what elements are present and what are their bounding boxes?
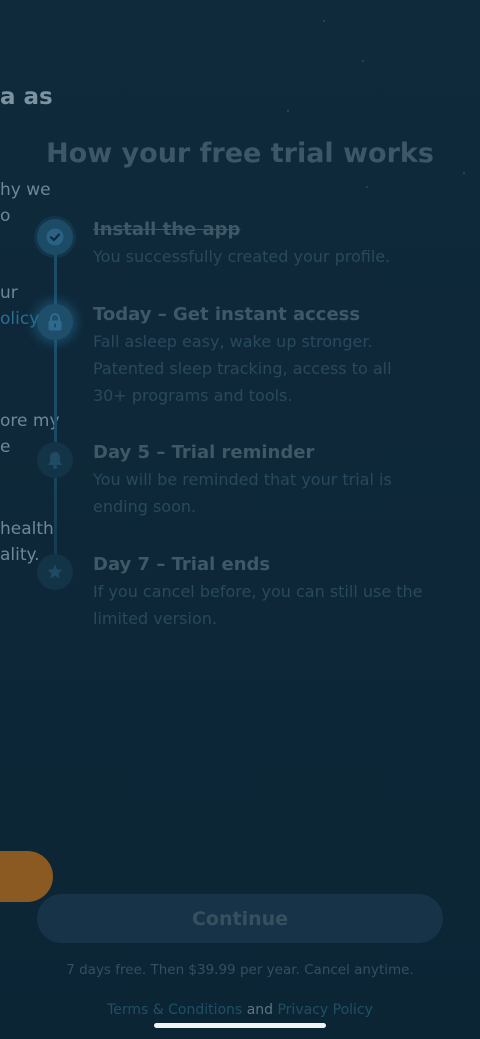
- star-dot: [463, 172, 465, 174]
- star-dot: [287, 110, 289, 112]
- trial-screen: a as hy we o ur olicy ore my e health al…: [0, 0, 480, 1039]
- background-page-text: ore my: [0, 411, 60, 431]
- background-page-text: ality.: [0, 545, 40, 565]
- terms-link[interactable]: Terms & Conditions: [107, 1002, 242, 1018]
- background-page-text: health: [0, 519, 54, 539]
- privacy-link[interactable]: Privacy Policy: [277, 1002, 372, 1018]
- star-dot: [323, 20, 325, 22]
- step-title-day7: Day 7 – Trial ends: [93, 554, 271, 575]
- step-star-icon: [37, 554, 73, 590]
- timeline-line: [54, 240, 57, 572]
- home-indicator[interactable]: [154, 1023, 326, 1028]
- lock-icon: [48, 313, 62, 331]
- step-bell-icon: [37, 442, 73, 478]
- background-page-text: ur: [0, 283, 18, 303]
- step-check-icon: [37, 219, 73, 255]
- star-dot: [362, 60, 364, 62]
- step-description-day7: If you cancel before, you can still use …: [93, 582, 423, 628]
- step-title-day5: Day 5 – Trial reminder: [93, 442, 315, 463]
- check-icon: [46, 228, 64, 246]
- background-page-title: a as: [0, 84, 53, 110]
- continue-button[interactable]: Continue: [37, 894, 443, 943]
- bell-icon: [48, 452, 62, 469]
- star-icon: [47, 564, 63, 579]
- pricing-text: 7 days free. Then $39.99 per year. Cance…: [66, 962, 414, 978]
- background-page-text: o: [0, 206, 11, 226]
- footer-links: Terms & Conditions and Privacy Policy: [0, 1002, 480, 1018]
- step-title-today: Today – Get instant access: [93, 304, 361, 325]
- step-lock-icon: [37, 304, 73, 340]
- step-description-install: You successfully created your profile.: [93, 247, 391, 266]
- background-page-link: olicy: [0, 309, 40, 329]
- page-title: How your free trial works: [46, 138, 434, 169]
- step-description-today: Fall asleep easy, wake up stronger. Pate…: [93, 332, 392, 405]
- star-dot: [366, 186, 368, 188]
- background-page-button: [0, 851, 53, 902]
- step-title-install: Install the app: [93, 219, 241, 240]
- footer-and: and: [246, 1002, 274, 1018]
- background-page-text: hy we: [0, 180, 51, 200]
- step-description-day5: You will be reminded that your trial is …: [93, 470, 392, 516]
- background-page-text: e: [0, 437, 11, 457]
